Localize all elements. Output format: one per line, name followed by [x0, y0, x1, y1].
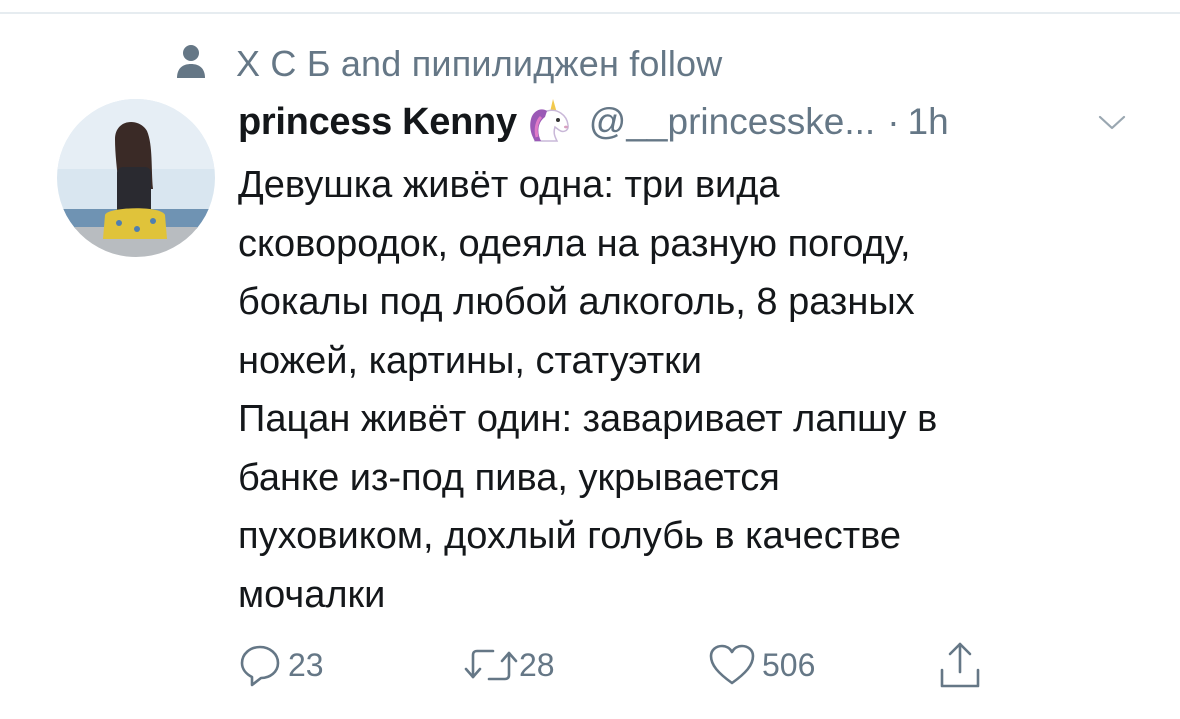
reply-icon [238, 643, 282, 687]
reply-button[interactable]: 23 [238, 640, 324, 690]
reply-count: 23 [288, 646, 324, 683]
tweet-text-line: Девушка живёт одна: три вида [238, 164, 780, 206]
top-divider [0, 0, 1180, 14]
like-button[interactable]: 506 [708, 640, 815, 690]
person-icon [176, 44, 236, 85]
share-icon [938, 640, 982, 690]
tweet-text: Девушка живёт одна: три вида сковородок,… [238, 156, 1138, 624]
retweet-count: 28 [519, 646, 555, 683]
handle[interactable]: @__princesske... [589, 101, 875, 143]
heart-icon [708, 643, 756, 687]
tweet-text-line: банке из-под пива, укрывается [238, 456, 780, 499]
tweet-text-line: сковородок, одеяла на разную погоду, [238, 222, 911, 265]
avatar[interactable] [57, 99, 215, 257]
retweet-icon [463, 643, 519, 687]
timestamp[interactable]: 1h [908, 101, 949, 143]
display-name[interactable]: princess Kenny [238, 101, 517, 144]
tweet-text-line: Пацан живёт один: заваривает лапшу в [238, 398, 938, 440]
retweet-button[interactable]: 28 [463, 640, 555, 690]
like-count: 506 [762, 646, 816, 683]
social-context-text: Х С Б and пипилиджен follow [236, 43, 723, 84]
social-context[interactable]: Х С Б and пипилиджен follow [176, 40, 722, 88]
share-button[interactable] [938, 640, 982, 690]
tweet-header: princess Kenny @__princesske... · 1h [238, 95, 1138, 149]
tweet-actions: 23 28 506 [238, 640, 998, 690]
tweet-text-line: бокалы под любой алкоголь, 8 разных [238, 281, 915, 323]
tweet-text-line: пуховиком, дохлый голубь в качестве [238, 515, 902, 557]
unicorn-icon [517, 97, 589, 148]
tweet-text-line: мочалки [238, 573, 386, 616]
tweet-text-line: ножей, картины, статуэтки [238, 339, 703, 382]
separator-dot: · [887, 101, 900, 142]
